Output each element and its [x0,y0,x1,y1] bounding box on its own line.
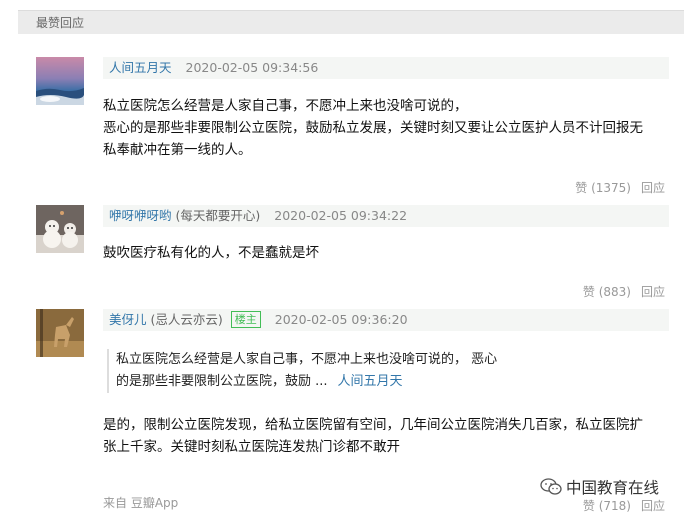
like-button[interactable]: 赞 (883) [583,285,631,299]
like-button[interactable]: 赞 (1375) [575,181,631,195]
comment-text-line: 鼓吹医疗私有化的人，不是蠢就是坏 [103,245,319,261]
comment-body: 私立医院怎么经营是人家自己事，不愿冲上来也没啥可说的， 恶心的是那些非要限制公立… [103,95,669,161]
comment-text-line: 张上千家。关键时刻私立医院连发热门诊都不敢开 [103,439,400,455]
quote-text-line: 的是那些非要限制公立医院，鼓励 ... [116,374,328,389]
avatar[interactable] [36,309,84,357]
wechat-icon [540,478,562,500]
op-badge: 楼主 [230,311,261,328]
author-signature: (每天都要开心) [175,208,261,223]
comment-meta: 美伢儿 (忌人云亦云) 楼主 2020-02-05 09:36:20 [103,309,669,331]
comment-text-line: 私立医院怎么经营是人家自己事，不愿冲上来也没啥可说的， [103,98,468,114]
section-title: 最赞回应 [36,16,85,30]
comment-text-line: 恶心的是那些非要限制公立医院，鼓励私立发展，关键时刻又要让公立医护人员不计回报无 [103,120,643,136]
comment-body: 是的，限制公立医院发现，给私立医院留有空间，几年间公立医院消失几百家，私立医院扩… [103,414,669,458]
watermark: 中国教育在线 [540,476,659,500]
quote-author-link[interactable]: 人间五月天 [338,374,403,389]
avatar[interactable] [36,205,84,253]
comment-time: 2020-02-05 09:34:22 [274,208,408,223]
reply-button[interactable]: 回应 [641,181,665,195]
comment-time: 2020-02-05 09:36:20 [274,312,408,327]
author-link[interactable]: 美伢儿 [109,312,147,327]
comment-text-line: 私奉献冲在第一线的人。 [103,142,252,158]
quote-text-line: 私立医院怎么经营是人家自己事，不愿冲上来也没啥可说的， 恶心 [116,352,498,367]
author-link[interactable]: 咿呀咿呀哟 [109,208,172,223]
watermark-text: 中国教育在线 [566,479,660,497]
comment-body: 鼓吹医疗私有化的人，不是蠢就是坏 [103,242,669,264]
author-signature: (忌人云亦云) [150,312,223,327]
quoted-reply: 私立医院怎么经营是人家自己事，不愿冲上来也没啥可说的， 恶心 的是那些非要限制公… [107,349,516,393]
avatar[interactable] [36,57,84,105]
comment-time: 2020-02-05 09:34:56 [185,60,319,75]
comment-actions: 赞 (883) 回应 [583,283,665,300]
like-button[interactable]: 赞 (718) [583,499,631,513]
reply-button[interactable]: 回应 [641,499,665,513]
comment-actions: 赞 (1375) 回应 [575,179,665,196]
source-label: 来自 豆瓣App [103,496,179,510]
comment-text-line: 是的，限制公立医院发现，给私立医院留有空间，几年间公立医院消失几百家，私立医院扩 [103,417,643,433]
author-link[interactable]: 人间五月天 [109,60,172,75]
reply-button[interactable]: 回应 [641,285,665,299]
comment-meta: 人间五月天 2020-02-05 09:34:56 [103,57,669,79]
section-header: 最赞回应 [18,10,684,34]
comment-meta: 咿呀咿呀哟 (每天都要开心) 2020-02-05 09:34:22 [103,205,669,227]
